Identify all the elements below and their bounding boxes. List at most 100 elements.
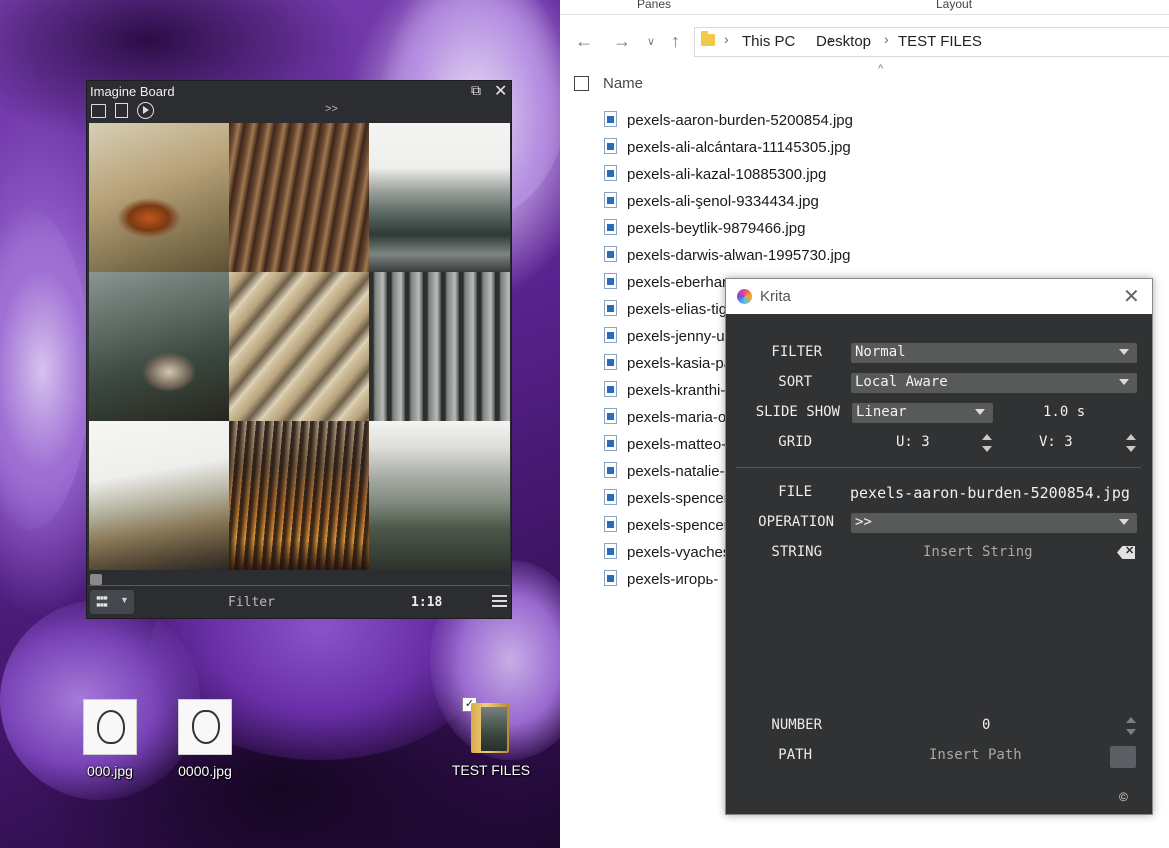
image-file-icon [604,381,617,397]
thumbnail-mountain-lake[interactable] [369,123,510,272]
image-file-icon [604,543,617,559]
thumbnail-flower-light[interactable] [229,272,369,421]
ribbon-group-labels: Panes Layout [560,0,1169,15]
select-all-checkbox[interactable] [574,76,589,91]
image-file-icon [604,354,617,370]
slideshow-label: SLIDE SHOW [755,404,840,420]
desktop-icon-test-files[interactable]: ✓ TEST FILES [451,697,531,778]
file-name: pexels-spencer [627,517,729,534]
imagine-board-statusbar: ▪▪▪ ▪▪▪ ▼ Filter 1:18 [87,587,511,617]
filter-dropdown[interactable]: Normal [851,343,1137,363]
file-name: pexels-kasia-pa [627,355,733,372]
number-input[interactable]: 0 [982,717,990,733]
slideshow-mode-dropdown[interactable]: Linear [852,403,993,423]
breadcrumb-desktop[interactable]: Desktop [816,33,871,50]
breadcrumb-this-pc[interactable]: This PC [742,33,795,50]
string-label: STRING [771,544,822,560]
recent-locations-chevron-icon[interactable]: ∨ [647,35,655,48]
ribbon-panes-label[interactable]: Panes [637,0,671,11]
grid-v-input[interactable]: V: 3 [1039,434,1073,450]
column-header-row: Name ^ [560,63,1169,98]
thumbnail-scrollbar[interactable] [89,573,510,586]
desktop-icon-0000-jpg[interactable]: 0000.jpg [165,699,245,779]
file-name: pexels-beytlik-9879466.jpg [627,220,806,237]
thumbnail-tree-bark[interactable] [229,123,369,272]
krita-title: Krita [760,288,791,305]
number-spinner[interactable] [1126,717,1136,737]
folder-preview-icon [481,707,507,751]
image-file-icon [604,246,617,262]
grid-view-button[interactable]: ▪▪▪ ▪▪▪ ▼ [90,590,134,614]
file-name: pexels-eberhar [627,274,728,291]
hamburger-menu-icon[interactable] [492,595,507,610]
grid-v-spinner[interactable] [1126,434,1136,454]
back-arrow-icon[interactable]: ← [575,31,593,52]
filter-input[interactable]: Filter [228,595,275,610]
image-file-icon [604,462,617,478]
name-column-header[interactable]: Name [603,75,643,92]
folder-icon[interactable] [91,104,106,118]
image-file-icon [604,219,617,235]
scrollbar-handle[interactable] [90,574,102,585]
navigation-arrows[interactable]: >> [325,103,338,115]
slideshow-interval[interactable]: 1.0 s [1043,404,1085,420]
grid-label: GRID [778,434,812,450]
cartoon-face-icon [97,710,125,744]
path-input[interactable]: Insert Path [929,747,1022,763]
thumbnail-butterfly[interactable] [89,123,229,272]
imagine-board-title: Imagine Board [90,84,175,99]
thumbnail-grid [89,123,510,570]
breadcrumb-separator-icon[interactable]: › [884,31,889,47]
play-icon[interactable] [137,102,154,119]
address-bar[interactable]: › This PC › Desktop › TEST FILES [694,27,1169,57]
image-file-icon [604,165,617,181]
sort-ascending-icon: ^ [878,63,884,75]
file-name: pexels-игорь- [627,571,719,588]
imagine-board-window: Imagine Board ⧉ ✕ >> ▪▪▪ ▪▪▪ ▼ Filter 1:1… [86,80,512,619]
image-file-icon [604,516,617,532]
thumbnail-sunset-plants[interactable] [229,421,369,570]
string-input[interactable]: Insert String [923,544,1033,560]
desktop-icon-label: TEST FILES [451,762,531,778]
file-name: pexels-spencer [627,490,729,507]
close-icon[interactable]: ✕ [494,81,507,101]
grid-u-spinner[interactable] [982,434,992,454]
thumbnail-teapot[interactable] [89,272,229,421]
close-icon[interactable]: ✕ [1123,284,1140,309]
clear-string-icon[interactable]: ✕ [1117,546,1135,559]
breadcrumb-test-files[interactable]: TEST FILES [898,33,982,50]
browse-path-button[interactable] [1110,746,1136,768]
filter-dropdown-value: Normal [855,344,906,360]
image-file-icon [604,489,617,505]
file-image-icon[interactable] [115,103,128,118]
image-file-icon [604,273,617,289]
image-thumbnail-icon [83,699,137,755]
ribbon-layout-label[interactable]: Layout [936,0,972,11]
up-arrow-icon[interactable]: ↑ [671,31,680,52]
file-name: pexels-ali-kazal-10885300.jpg [627,166,827,183]
file-name-value: pexels-aaron-burden-5200854.jpg [850,484,1130,502]
forward-arrow-icon[interactable]: → [613,31,631,52]
file-name: pexels-natalie- [627,463,725,480]
copyright-icon: © [1119,790,1128,804]
breadcrumb-separator-icon[interactable]: › [724,31,729,47]
cartoon-face-icon [192,710,220,744]
grid-view-icon: ▪▪▪ ▪▪▪ [96,590,108,612]
thumbnail-hills-mist[interactable] [89,421,229,570]
image-file-icon [604,327,617,343]
desktop-icon-000-jpg[interactable]: 000.jpg [70,699,150,779]
operation-dropdown-value: >> [855,514,872,530]
folder-icon [701,31,715,46]
sort-dropdown[interactable]: Local Aware [851,373,1137,393]
sort-dropdown-value: Local Aware [855,374,948,390]
thumbnail-mountain-valley[interactable] [369,421,510,570]
restore-icon[interactable]: ⧉ [471,82,481,99]
sort-label: SORT [778,374,812,390]
operation-dropdown[interactable]: >> [851,513,1137,533]
desktop-icon-label: 0000.jpg [178,763,232,779]
grid-u-input[interactable]: U: 3 [896,434,930,450]
thumbnail-foggy-forest[interactable] [369,272,510,421]
file-label: FILE [778,484,812,500]
chevron-down-icon [1119,519,1129,525]
navigation-bar: ← → ∨ ↑ › This PC › Desktop › TEST FILES [560,27,1169,57]
